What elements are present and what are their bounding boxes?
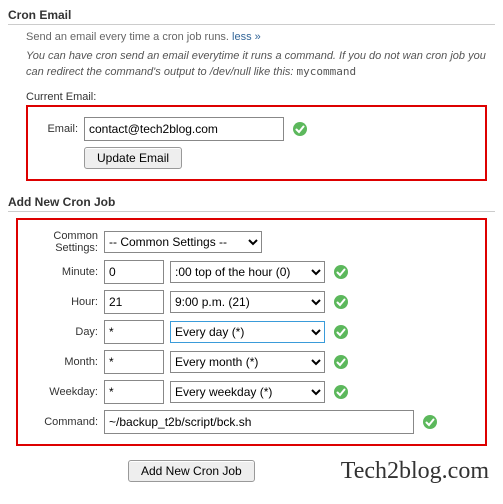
command-input[interactable]: [104, 410, 414, 434]
check-icon: [333, 384, 349, 400]
day-input[interactable]: [104, 320, 164, 344]
check-icon: [333, 294, 349, 310]
cron-form-box: Common Settings: -- Common Settings -- M…: [16, 218, 487, 446]
cron-email-desc: You can have cron send an email everytim…: [26, 49, 495, 81]
less-link[interactable]: less »: [232, 31, 261, 43]
minute-input[interactable]: [104, 260, 164, 284]
email-input[interactable]: [84, 117, 284, 141]
hour-input[interactable]: [104, 290, 164, 314]
month-select[interactable]: Every month (*): [170, 351, 325, 373]
command-label: Command:: [28, 416, 104, 428]
intro-text: Send an email every time a cron job runs…: [26, 31, 232, 43]
weekday-input[interactable]: [104, 380, 164, 404]
month-label: Month:: [28, 356, 104, 368]
add-cron-heading: Add New Cron Job: [8, 195, 495, 212]
common-settings-select[interactable]: -- Common Settings --: [104, 231, 262, 253]
day-select[interactable]: Every day (*): [170, 321, 325, 343]
cron-email-heading: Cron Email: [8, 8, 495, 25]
check-icon: [333, 324, 349, 340]
minute-label: Minute:: [28, 266, 104, 278]
check-icon: [333, 264, 349, 280]
email-label: Email:: [38, 123, 84, 135]
check-icon: [422, 414, 438, 430]
check-icon: [292, 121, 308, 137]
month-input[interactable]: [104, 350, 164, 374]
weekday-label: Weekday:: [28, 386, 104, 398]
update-email-button[interactable]: Update Email: [84, 147, 182, 169]
desc-text: You can have cron send an email everytim…: [26, 50, 486, 78]
watermark-text: Tech2blog.com: [8, 458, 489, 485]
cron-email-intro: Send an email every time a cron job runs…: [26, 31, 495, 43]
day-label: Day:: [28, 326, 104, 338]
hour-label: Hour:: [28, 296, 104, 308]
weekday-select[interactable]: Every weekday (*): [170, 381, 325, 403]
minute-select[interactable]: :00 top of the hour (0): [170, 261, 325, 283]
check-icon: [333, 354, 349, 370]
hour-select[interactable]: 9:00 p.m. (21): [170, 291, 325, 313]
common-settings-label: Common Settings:: [28, 230, 104, 254]
current-email-label: Current Email:: [26, 91, 495, 103]
email-form-box: Email: Update Email: [26, 105, 487, 181]
desc-code: mycommand: [297, 65, 357, 78]
